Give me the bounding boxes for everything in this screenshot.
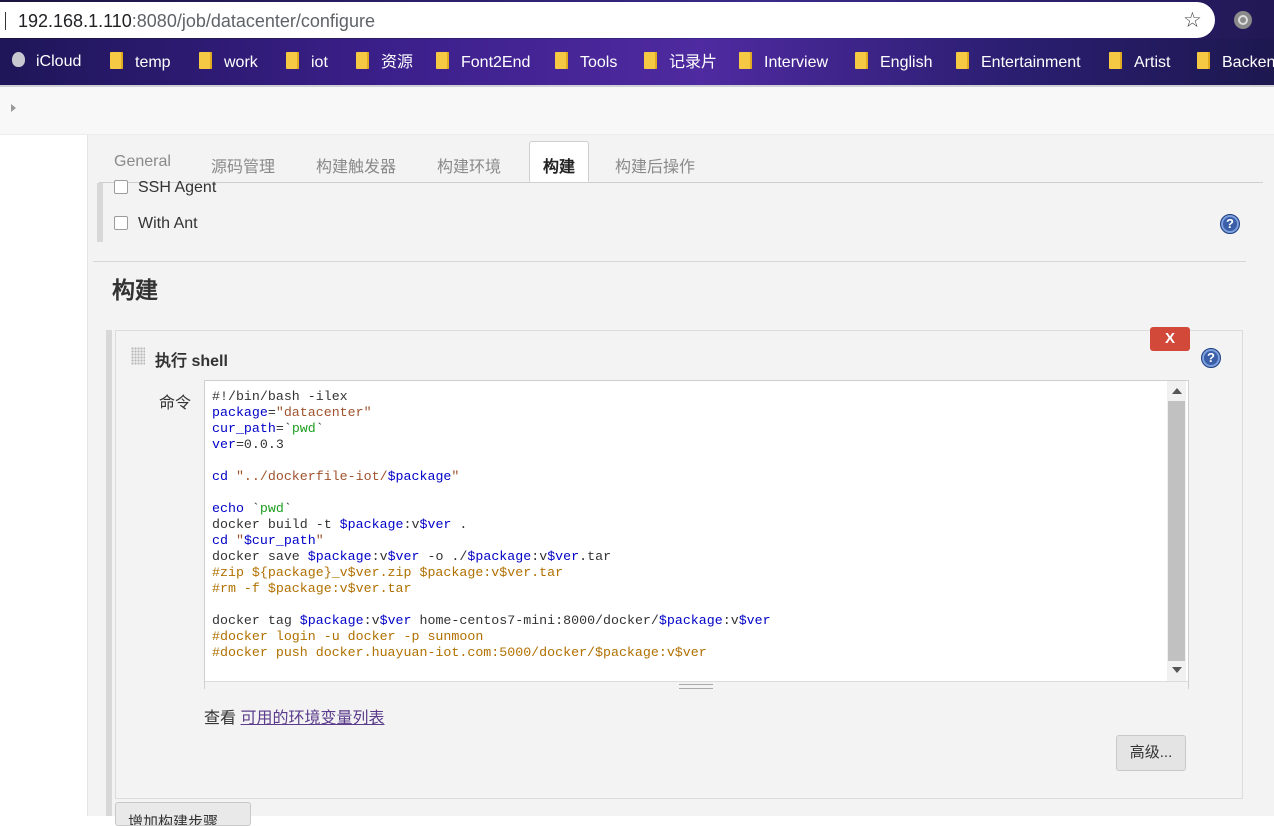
- tab-triggers[interactable]: 构建触发器: [316, 153, 396, 177]
- env-vars-hint: 查看 可用的环境变量列表: [204, 710, 385, 727]
- section-divider: [93, 261, 1246, 262]
- page-title: 构建: [112, 277, 158, 303]
- extension-icon[interactable]: [1234, 11, 1252, 29]
- code-line: #zip ${package}_v$ver.zip $package:v$ver…: [212, 565, 564, 580]
- url-path: :8080/job/datacenter/configure: [131, 11, 375, 31]
- bookmark-resources[interactable]: 资源: [356, 52, 413, 72]
- bookmark-english[interactable]: English: [855, 52, 932, 72]
- folder-icon: [1197, 52, 1210, 69]
- bookmark-icloud[interactable]: iCloud: [12, 52, 81, 72]
- tab-general[interactable]: General: [114, 153, 171, 171]
- breadcrumb: [0, 87, 1274, 135]
- bookmark-iot[interactable]: iot: [286, 52, 328, 72]
- text-cursor: [5, 12, 6, 30]
- bookmark-work[interactable]: work: [199, 52, 258, 72]
- bookmark-artist[interactable]: Artist: [1109, 52, 1170, 72]
- delete-step-button[interactable]: X: [1150, 327, 1190, 351]
- command-editor[interactable]: #!/bin/bash -ilex package="datacenter" c…: [204, 380, 1189, 689]
- breadcrumb-arrow-icon[interactable]: [11, 104, 16, 112]
- folder-icon: [555, 52, 568, 69]
- tab-post-build[interactable]: 构建后操作: [615, 153, 695, 177]
- bookmark-documentary[interactable]: 记录片: [644, 52, 717, 72]
- browser-toolbar: 192.168.1.110:8080/job/datacenter/config…: [0, 0, 1274, 39]
- add-build-step-button[interactable]: 增加构建步骤: [115, 802, 251, 826]
- ssh-agent-label: SSH Agent: [138, 179, 217, 196]
- folder-icon: [1109, 52, 1122, 69]
- bookmarks-bar: iCloud temp work iot 资源 Font2End Tools 记…: [0, 39, 1274, 87]
- folder-icon: [110, 52, 123, 69]
- tab-build[interactable]: 构建: [529, 141, 590, 182]
- code-line: #!/bin/bash -ilex: [212, 389, 348, 404]
- url-host: 192.168.1.110: [18, 11, 132, 31]
- env-vars-link[interactable]: 可用的环境变量列表: [240, 710, 384, 727]
- bookmark-font2end[interactable]: Font2End: [436, 52, 530, 72]
- ssh-agent-checkbox[interactable]: [114, 180, 128, 194]
- resize-grip-icon[interactable]: [679, 684, 713, 689]
- folder-icon: [956, 52, 969, 69]
- star-icon[interactable]: ☆: [1183, 10, 1202, 31]
- bookmark-backend[interactable]: Backen: [1197, 52, 1274, 72]
- drag-handle-icon[interactable]: [131, 347, 145, 365]
- folder-icon: [644, 52, 657, 69]
- scroll-down-icon[interactable]: [1172, 667, 1182, 673]
- address-bar[interactable]: 192.168.1.110:8080/job/datacenter/config…: [0, 2, 1215, 38]
- bookmark-tools[interactable]: Tools: [555, 52, 617, 72]
- command-label: 命令: [159, 395, 192, 412]
- with-ant-checkbox[interactable]: [114, 216, 128, 230]
- folder-icon: [855, 52, 868, 69]
- folder-icon: [286, 52, 299, 69]
- folder-icon: [356, 52, 369, 69]
- help-icon[interactable]: ?: [1201, 348, 1221, 368]
- side-panel: [0, 135, 88, 816]
- section-bar: [97, 183, 103, 242]
- help-icon[interactable]: ?: [1220, 214, 1240, 234]
- folder-icon: [436, 52, 449, 69]
- tab-build-env[interactable]: 构建环境: [437, 153, 501, 177]
- scrollbar-thumb[interactable]: [1168, 401, 1185, 661]
- tabs-divider: [99, 182, 1263, 183]
- code-line: #rm -f $package:v$ver.tar: [212, 581, 412, 596]
- step-title: 执行 shell: [155, 353, 228, 370]
- folder-icon: [199, 52, 212, 69]
- apple-icon: [12, 52, 25, 67]
- scroll-up-icon[interactable]: [1172, 388, 1182, 394]
- bookmark-entertainment[interactable]: Entertainment: [956, 52, 1081, 72]
- bookmark-temp[interactable]: temp: [110, 52, 171, 72]
- code-line: #docker login -u docker -p sunmoon: [212, 629, 484, 644]
- code-line: #docker push docker.huayuan-iot.com:5000…: [212, 645, 707, 660]
- bookmark-interview[interactable]: Interview: [739, 52, 828, 72]
- advanced-button[interactable]: 高级...: [1116, 735, 1186, 771]
- folder-icon: [739, 52, 752, 69]
- url-text[interactable]: 192.168.1.110:8080/job/datacenter/config…: [18, 11, 375, 32]
- with-ant-label: With Ant: [138, 215, 198, 232]
- step-bar: [106, 330, 112, 816]
- command-code[interactable]: #!/bin/bash -ilex package="datacenter" c…: [212, 389, 771, 661]
- tab-scm[interactable]: 源码管理: [211, 153, 275, 177]
